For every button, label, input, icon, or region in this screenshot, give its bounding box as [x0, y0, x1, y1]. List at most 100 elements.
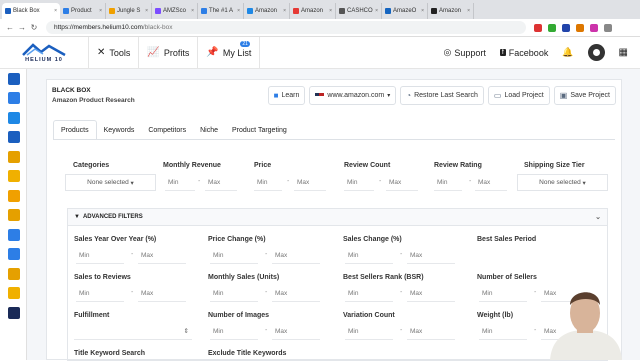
advanced-filters-toggle[interactable]: ▼ ADVANCED FILTERS ⌄ [67, 208, 608, 226]
apps-grid-icon[interactable]: ▦ [619, 47, 628, 58]
avatar[interactable] [587, 44, 605, 61]
advanced-filter-min[interactable]: Min [210, 323, 258, 340]
support-link[interactable]: ◎ Support [443, 47, 485, 58]
extension-icon[interactable] [576, 23, 584, 32]
advanced-filter-max[interactable]: Max [407, 285, 455, 302]
close-icon[interactable]: × [191, 8, 194, 14]
browser-tab[interactable]: Amazon × [428, 3, 474, 19]
tab-products[interactable]: Products [53, 120, 97, 140]
browser-tab[interactable]: Amazon × [244, 3, 290, 19]
browser-tab-label: Amazon [439, 8, 462, 14]
tab-keywords[interactable]: Keywords [97, 120, 142, 140]
browser-tab[interactable]: The #1 A × [198, 3, 244, 19]
profits-label: Profits [163, 47, 190, 58]
advanced-filter-max[interactable]: Max [138, 285, 186, 302]
tab-niche[interactable]: Niche [193, 120, 225, 140]
advanced-filter-max[interactable]: Max [272, 323, 320, 340]
close-icon[interactable]: × [237, 8, 240, 14]
extension-icon[interactable] [604, 23, 612, 32]
back-icon[interactable]: ← [4, 23, 16, 32]
extension-icon[interactable] [590, 23, 598, 32]
save-project-button[interactable]: ▣ Save Project [553, 86, 616, 105]
review-count-min[interactable]: Min [344, 174, 374, 191]
advanced-filter-max[interactable]: Max [138, 247, 186, 264]
helium10-logo[interactable]: HELIUM 10 [0, 37, 88, 69]
sidebar-tool-item[interactable] [0, 147, 27, 167]
extension-icon[interactable] [562, 23, 570, 32]
categories-select[interactable]: None selected ▾ [65, 174, 156, 191]
advanced-filter-min[interactable]: Min [76, 285, 124, 302]
sidebar-tool-item[interactable] [0, 89, 27, 109]
close-icon[interactable]: × [99, 8, 102, 14]
bell-icon[interactable]: 🔔 [562, 47, 573, 58]
sidebar-tool-item[interactable] [0, 284, 27, 304]
review-count-max[interactable]: Max [386, 174, 418, 191]
reload-icon[interactable]: ↻ [28, 23, 40, 32]
sidebar-tool-item[interactable] [0, 245, 27, 265]
browser-tab[interactable]: CASHCO × [336, 3, 382, 19]
advanced-filter-min[interactable]: Min [76, 247, 124, 264]
review-rating-max[interactable]: Max [475, 174, 507, 191]
url-bar[interactable]: https://members.helium10.com/black-box [46, 21, 526, 34]
mylist-menu[interactable]: 📌 My List 21 [198, 36, 261, 69]
monthly-revenue-min[interactable]: Min [165, 174, 195, 191]
close-icon[interactable]: × [329, 8, 332, 14]
favicon-icon [293, 8, 299, 14]
close-icon[interactable]: × [283, 8, 286, 14]
fulfillment-select[interactable]: ⇕ [74, 323, 192, 340]
advanced-filter-min[interactable]: Min [345, 323, 393, 340]
advanced-filter-max[interactable]: Max [272, 247, 320, 264]
advanced-filter-min[interactable]: Min [345, 247, 393, 264]
advanced-filter-max[interactable]: Max [407, 247, 455, 264]
facebook-link[interactable]: f Facebook [499, 47, 549, 58]
advanced-filter-max[interactable]: Max [272, 285, 320, 302]
profits-menu[interactable]: 📈 Profits [139, 36, 199, 69]
advanced-filter-min[interactable]: Min [210, 285, 258, 302]
advanced-filter-min[interactable]: Min [345, 285, 393, 302]
extension-icon[interactable] [534, 23, 542, 32]
load-project-button[interactable]: ▭ Load Project [487, 86, 550, 105]
browser-tab[interactable]: AmazeO × [382, 3, 428, 19]
advanced-filter-max[interactable]: Max [407, 323, 455, 340]
browser-tab[interactable]: AMZSco × [152, 3, 198, 19]
browser-tab[interactable]: Product × [60, 3, 106, 19]
monthly-revenue-max[interactable]: Max [205, 174, 237, 191]
advanced-filter-min[interactable]: Min [479, 285, 527, 302]
facebook-label: Facebook [508, 47, 549, 58]
advanced-filter-min[interactable]: Min [479, 323, 527, 340]
shipping-size-select[interactable]: None selected ▾ [517, 174, 608, 191]
review-rating-min[interactable]: Min [434, 174, 462, 191]
sidebar-tool-item[interactable] [0, 206, 27, 226]
sidebar-tool-item[interactable] [0, 128, 27, 148]
restore-last-search-button[interactable]: ◔ Restore Last Search [400, 86, 484, 105]
browser-tab[interactable]: Black Box × [2, 3, 60, 19]
marketplace-select[interactable]: www.amazon.com ▾ [309, 86, 397, 105]
tools-menu[interactable]: ✕ Tools [88, 36, 140, 69]
learn-button[interactable]: ■ Learn [267, 86, 306, 105]
browser-tab-label: The #1 A [209, 8, 234, 14]
close-icon[interactable]: × [421, 8, 424, 14]
sidebar-tool-item[interactable] [0, 69, 27, 89]
close-icon[interactable]: × [467, 8, 470, 14]
sidebar-tool-item[interactable] [0, 167, 27, 187]
categories-value: None selected [87, 179, 129, 186]
close-icon[interactable]: × [54, 8, 57, 14]
tools-icon: ✕ [97, 47, 106, 58]
price-max[interactable]: Max [294, 174, 326, 191]
close-icon[interactable]: × [145, 8, 148, 14]
browser-tab[interactable]: Amazon × [290, 3, 336, 19]
sidebar-tool-item[interactable] [0, 303, 27, 323]
extension-icon[interactable] [548, 23, 556, 32]
browser-tab[interactable]: Jungle S × [106, 3, 152, 19]
tab-competitors[interactable]: Competitors [141, 120, 193, 140]
advanced-filter-min[interactable]: Min [210, 247, 258, 264]
sidebar-tool-item[interactable] [0, 186, 27, 206]
sidebar-tool-item[interactable] [0, 108, 27, 128]
forward-icon[interactable]: → [16, 23, 28, 32]
tool-icon [7, 287, 20, 300]
tab-product-targeting[interactable]: Product Targeting [225, 120, 294, 140]
sidebar-tool-item[interactable] [0, 225, 27, 245]
sidebar-tool-item[interactable] [0, 264, 27, 284]
price-min[interactable]: Min [254, 174, 282, 191]
close-icon[interactable]: × [375, 8, 378, 14]
